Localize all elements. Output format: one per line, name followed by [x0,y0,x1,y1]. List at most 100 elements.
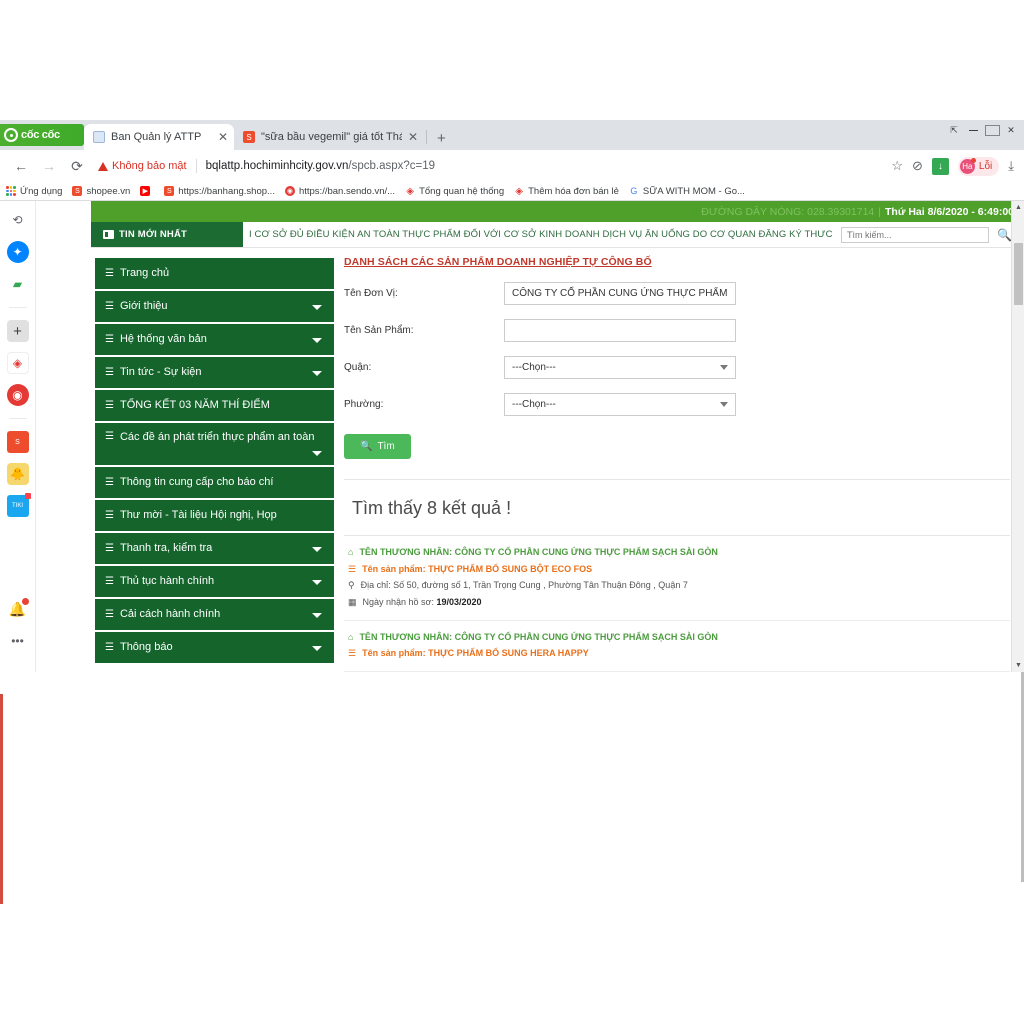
add-icon[interactable]: + [7,320,29,342]
shopee-icon[interactable]: S [7,431,29,453]
more-icon[interactable]: ••• [7,630,29,652]
not-secure-warning[interactable]: Không bảo mật [98,160,187,172]
sidebar-item-thanh-tra-kiem-tra[interactable]: ☰ Thanh tra, kiểm tra [95,533,334,564]
table-row[interactable]: ⌂ TÊN THƯƠNG NHÂN: CÔNG TY CỔ PHẦN CUNG … [344,621,1010,672]
unit-input[interactable]: CÔNG TY CỔ PHẦN CUNG ỨNG THỰC PHẨM [504,282,736,305]
messenger-icon[interactable]: ✦ [7,241,29,263]
bookmark-label: shopee.vn [86,186,130,197]
screenshot-root: cốc cốc Ban Quản lý ATTP ✕ S "sữa bầu ve… [0,0,1024,1024]
sidebar-item-label: Thanh tra, kiểm tra [120,541,326,556]
close-icon[interactable]: ✕ [218,131,228,143]
page-left-margin [36,201,91,672]
bookmark-sua-with-mom[interactable]: G SỮA WITH MOM - Go... [629,186,745,197]
sendo-icon: ◈ [405,186,415,196]
sidebar-item-tin-tuc-su-kien[interactable]: ☰ Tin tức - Sự kiện [95,357,334,388]
list-icon: ☰ [105,300,113,313]
search-input[interactable] [841,227,989,243]
sidebar-item-label: Thư mời - Tài liệu Hội nghị, Họp [120,508,326,523]
bookmark-shopee[interactable]: S shopee.vn [72,186,130,197]
close-icon[interactable]: ✕ [408,131,418,143]
downloads-icon[interactable]: ⤓ [1008,158,1014,174]
chevron-down-icon [312,371,322,376]
list-icon: ☰ [105,509,113,522]
forward-icon[interactable]: → [36,153,62,179]
profile-pill[interactable]: Ha Lỗi [958,157,999,176]
tab-divider [426,130,427,144]
bookmark-apps[interactable]: Ứng dụng [6,186,62,197]
district-label: Quận: [344,362,504,373]
rail-divider [9,418,27,419]
sidebar-item-thong-tin-bao-chi[interactable]: ☰ Thông tin cung cấp cho báo chí [95,467,334,498]
reload-icon[interactable]: ⟳ [64,153,90,179]
merchant-text: TÊN THƯƠNG NHÂN: CÔNG TY CỔ PHẦN CUNG ỨN… [359,547,717,559]
bookmark-tong-quan-he-thong[interactable]: ◈ Tổng quan hệ thống [405,186,504,197]
main-content: DANH SÁCH CÁC SẢN PHẨM DOANH NGHIỆP TỰ C… [334,248,1024,672]
maximize-icon[interactable] [983,123,1001,137]
bookmark-banhang-shopee[interactable]: S https://banhang.shop... [164,186,275,197]
new-tab-button[interactable]: + [429,131,454,150]
sidebar-item-thong-bao[interactable]: ☰ Thông báo [95,632,334,663]
result-product-line: ☰ Tên sản phẩm: THỰC PHẨM BỔ SUNG HERA H… [348,648,1010,660]
minimize-icon[interactable] [964,123,982,137]
sidebar-item-thu-moi-tai-lieu[interactable]: ☰ Thư mời - Tài liệu Hội nghị, Họp [95,500,334,531]
chick-avatar-icon[interactable]: 🐥 [7,463,29,485]
product-input[interactable] [504,319,736,342]
tab-sua-bau-vegemil[interactable]: S "sữa bầu vegemil" giá tốt Thán ✕ [234,124,424,150]
table-row[interactable]: ⌂ TÊN THƯƠNG NHÂN: CÔNG TY CỔ PHẦN CUNG … [344,536,1010,621]
apps-grid-icon [6,186,16,196]
shield-icon[interactable]: ⊘ [912,158,923,174]
search-button[interactable]: 🔍 Tìm [344,434,411,459]
product-text: Tên sản phẩm: THỰC PHẨM BỔ SUNG HERA HAP… [362,648,589,660]
sidebar-item-thu-tuc-hanh-chinh[interactable]: ☰ Thủ tục hành chính [95,566,334,597]
page-scrollbar[interactable]: ▲ ▼ [1011,201,1024,672]
game-icon[interactable]: ▰ [7,273,29,295]
restore-down-icon[interactable]: ⇱ [945,123,963,137]
close-window-icon[interactable]: ✕ [1002,123,1020,137]
bookmark-ban-sendo[interactable]: ◉ https://ban.sendo.vn/... [285,186,395,197]
bookmark-youtube[interactable]: ▶ [140,186,154,196]
sendo-red-icon[interactable]: ◉ [7,384,29,406]
site-sidebar-menu: ☰ Trang chủ ☰ Giới thiệu ☰ [91,248,334,672]
sidebar-item-he-thong-van-ban[interactable]: ☰ Hệ thống văn bản [95,324,334,355]
coccoc-brand-label: cốc cốc [21,129,60,141]
ward-label: Phường: [344,399,504,410]
bookmark-label: Ứng dụng [20,186,62,197]
date-text: Ngày nhận hồ sơ: 19/03/2020 [363,597,482,609]
scroll-up-icon[interactable]: ▲ [1012,201,1024,214]
sidebar-item-cac-de-an[interactable]: ☰ Các đề án phát triển thực phẩm an toàn [95,423,334,465]
product-label: Tên Sản Phẩm: [344,325,504,336]
district-select[interactable]: ---Chọn--- [504,356,736,379]
sidebar-item-tong-ket-03-nam[interactable]: ☰ TỔNG KẾT 03 NĂM THÍ ĐIỂM [95,390,334,421]
sidebar-item-cai-cach-hanh-chinh[interactable]: ☰ Cải cách hành chính [95,599,334,630]
sendo-icon: ◈ [514,186,524,196]
sidebar-item-label: TỔNG KẾT 03 NĂM THÍ ĐIỂM [120,398,326,413]
tab-ban-quan-ly-attp[interactable]: Ban Quản lý ATTP ✕ [84,124,234,150]
ward-select[interactable]: ---Chọn--- [504,393,736,416]
scroll-down-icon[interactable]: ▼ [1012,659,1024,672]
merchant-text: TÊN THƯƠNG NHÂN: CÔNG TY CỔ PHẦN CUNG ỨN… [359,632,717,644]
url-input[interactable]: Không bảo mật bqlattp.hochiminhcity.gov.… [98,154,883,178]
download-badge-icon[interactable]: ↓ [932,158,949,175]
chevron-down-icon [312,646,322,651]
back-icon[interactable]: ← [8,153,34,179]
tiki-icon[interactable]: TIKI [7,495,29,517]
sidebar-item-trang-chu[interactable]: ☰ Trang chủ [95,258,334,289]
bookmark-star-icon[interactable]: ☆ [891,158,903,174]
search-icon[interactable]: 🔍 [997,228,1012,242]
omnibox-divider [196,159,197,173]
scrollbar-thumb[interactable] [1014,243,1023,305]
product-text: Tên sản phẩm: THỰC PHẨM BỔ SUNG BỘT ECO … [362,564,592,576]
coccoc-mark-icon [4,128,18,142]
bell-icon[interactable]: 🔔 [7,598,29,620]
sidebar-item-label: Các đề án phát triển thực phẩm an toàn [120,430,326,445]
history-icon[interactable]: ⟲ [7,209,29,231]
sidebar-item-gioi-thieu[interactable]: ☰ Giới thiệu [95,291,334,322]
sidebar-item-label: Hệ thống văn bản [120,332,326,347]
sendo-icon: ◉ [285,186,295,196]
shopee-icon: S [164,186,174,196]
bookmark-them-hoa-don-ban-le[interactable]: ◈ Thêm hóa đơn bán lẻ [514,186,619,197]
news-marquee: I CƠ SỞ ĐỦ ĐIỀU KIỆN AN TOÀN THỰC PHẨM Đ… [243,222,841,247]
avatar: Ha [960,159,975,174]
list-icon: ☰ [105,542,113,555]
sendo-icon[interactable]: ◈ [7,352,29,374]
